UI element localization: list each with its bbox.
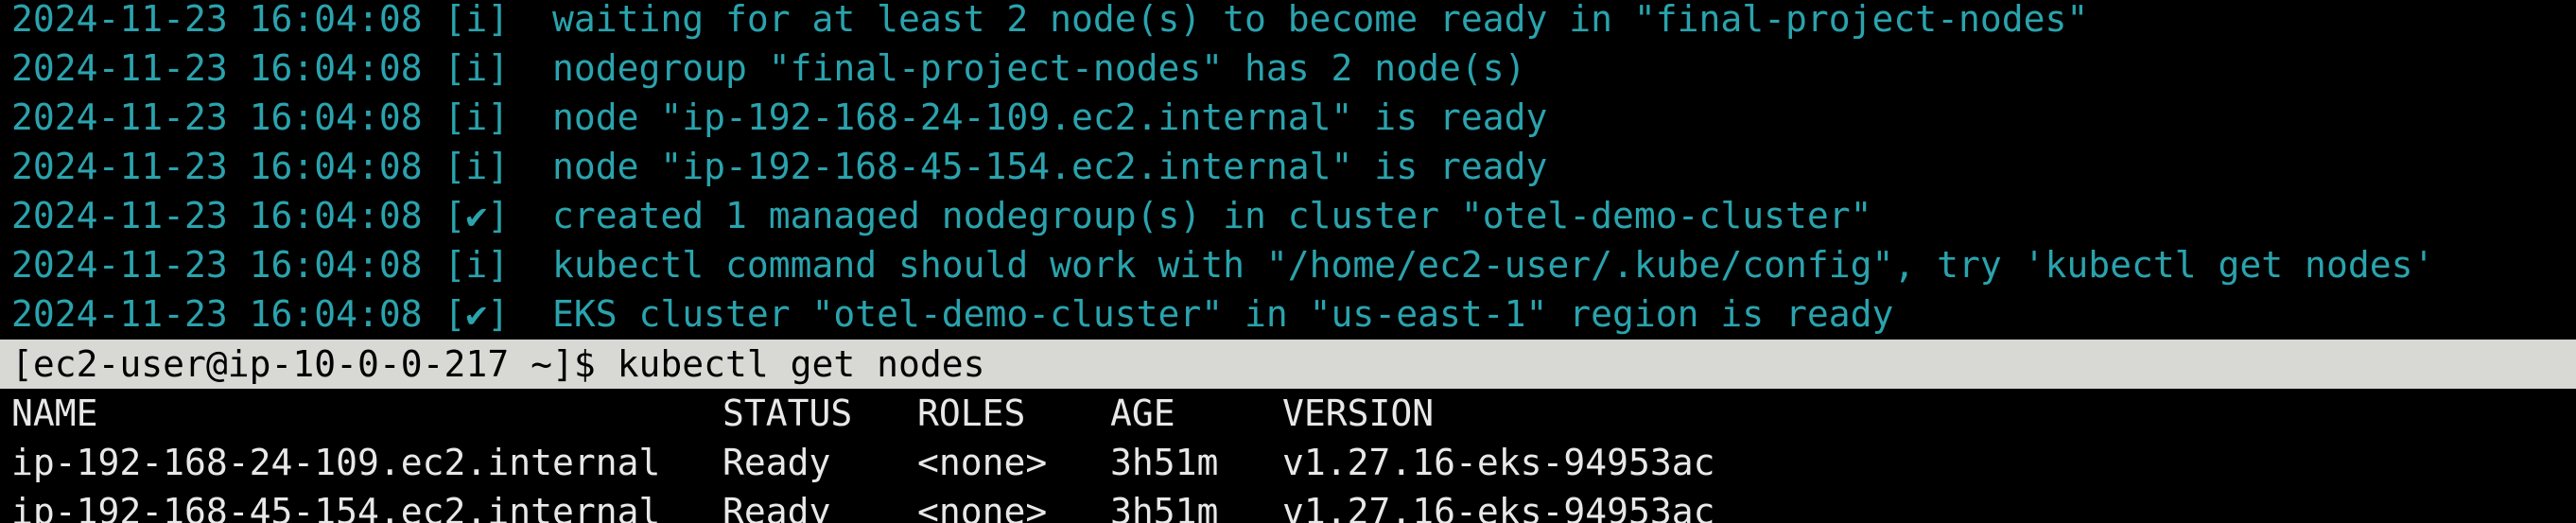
command-line[interactable]: [ec2-user@ip-10-0-0-217 ~]$ kubectl get …: [0, 340, 2576, 389]
node-name-cell: ip-192-168-24-109.ec2.internal: [11, 442, 661, 483]
log-line: 2024-11-23 16:04:08 [✔] EKS cluster "ote…: [11, 293, 1894, 335]
terminal-window[interactable]: 2024-11-23 16:04:08 [i] waiting for at l…: [0, 0, 2576, 523]
node-age-cell: 3h51m: [1110, 442, 1219, 483]
log-line: 2024-11-23 16:04:08 [i] nodegroup "final…: [11, 47, 1526, 89]
table-row: ip-192-168-24-109.ec2.internal Ready <no…: [0, 438, 2576, 487]
log-line: 2024-11-23 16:04:08 [i] waiting for at l…: [11, 0, 2089, 40]
column-header-age: AGE: [1110, 392, 1175, 434]
log-line: 2024-11-23 16:04:08 [i] node "ip-192-168…: [11, 146, 1548, 187]
table-row: ip-192-168-45-154.ec2.internal Ready <no…: [0, 487, 2576, 523]
node-roles-cell: <none>: [917, 491, 1048, 523]
command-text: kubectl get nodes: [617, 343, 985, 385]
node-age-cell: 3h51m: [1110, 491, 1219, 523]
log-line: 2024-11-23 16:04:08 [✔] created 1 manage…: [11, 195, 1872, 236]
node-version-cell: v1.27.16-eks-94953ac: [1282, 491, 1715, 523]
node-status-cell: Ready: [722, 442, 831, 483]
column-header-roles: ROLES: [917, 392, 1026, 434]
node-status-cell: Ready: [722, 491, 831, 523]
node-roles-cell: <none>: [917, 442, 1048, 483]
node-version-cell: v1.27.16-eks-94953ac: [1282, 442, 1715, 483]
table-header-row: NAME STATUS ROLES AGE VERSION: [0, 389, 2576, 438]
column-header-version: VERSION: [1282, 392, 1435, 434]
column-header-name: NAME: [11, 392, 98, 434]
shell-prompt: [ec2-user@ip-10-0-0-217 ~]$: [11, 343, 618, 385]
node-name-cell: ip-192-168-45-154.ec2.internal: [11, 491, 661, 523]
log-line: 2024-11-23 16:04:08 [i] node "ip-192-168…: [11, 96, 1548, 138]
column-header-status: STATUS: [722, 392, 853, 434]
log-line: 2024-11-23 16:04:08 [i] kubectl command …: [11, 244, 2435, 286]
